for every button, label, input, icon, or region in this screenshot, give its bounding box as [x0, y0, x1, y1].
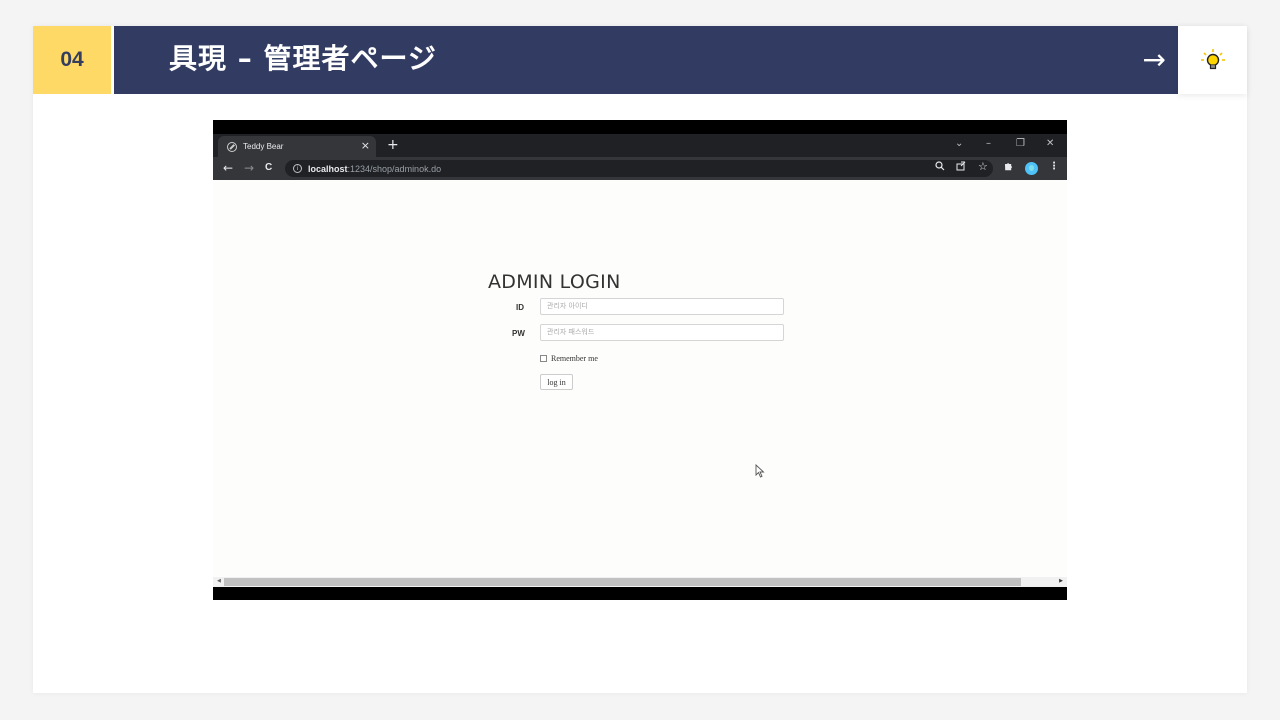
url-path: :1234/shop/adminok.do [347, 163, 442, 174]
section-number: 04 [33, 26, 111, 94]
scroll-left-icon[interactable]: ◀ [217, 578, 221, 584]
video-letterbox-bottom [213, 587, 1067, 600]
browser-screenshot: Teddy Bear × + ⌄ – ❐ ✕ ← → C i localhost… [213, 120, 1067, 600]
login-button[interactable]: log in [540, 374, 573, 390]
site-info-icon[interactable]: i [293, 164, 302, 173]
arrow-right-icon[interactable]: → [1143, 26, 1166, 94]
mouse-cursor-icon [755, 464, 765, 478]
url-host: localhost [308, 163, 348, 174]
window-close-icon[interactable]: ✕ [1046, 138, 1054, 149]
reload-icon[interactable]: C [265, 162, 272, 173]
menu-icon[interactable]: ⋮ [1049, 161, 1059, 172]
slide: 04 具現 – 管理者ページ → Teddy Bear × + ⌄ – ❐ ✕ … [33, 26, 1247, 693]
minimize-icon[interactable]: – [986, 138, 991, 149]
browser-toolbar: ← → C i localhost :1234/shop/adminok.do … [213, 157, 1067, 180]
profile-icon[interactable] [1025, 162, 1038, 175]
tab-close-icon[interactable]: × [361, 139, 370, 152]
remember-label: Remember me [551, 354, 598, 363]
forward-icon[interactable]: → [244, 161, 254, 175]
browser-tab[interactable]: Teddy Bear × [218, 136, 376, 157]
star-icon[interactable]: ☆ [978, 160, 988, 173]
admin-password-input[interactable]: 관리자 패스워드 [540, 324, 784, 341]
tab-title: Teddy Bear [243, 142, 284, 151]
page-title: 具現 – 管理者ページ [169, 42, 437, 75]
remember-me[interactable]: Remember me [540, 354, 598, 363]
zoom-icon[interactable] [935, 161, 945, 174]
login-title: ADMIN LOGIN [488, 271, 621, 293]
lightbulb-icon [1178, 26, 1247, 94]
admin-id-input[interactable]: 관리자 아이디 [540, 298, 784, 315]
header-bar: 具現 – 管理者ページ → [114, 26, 1178, 94]
address-bar[interactable]: i localhost :1234/shop/adminok.do [285, 160, 993, 177]
back-icon[interactable]: ← [223, 161, 233, 175]
scrollbar-thumb[interactable] [224, 578, 1021, 586]
favicon-icon [227, 141, 237, 152]
extensions-icon[interactable] [1003, 161, 1013, 174]
share-icon[interactable] [956, 161, 966, 174]
page-viewport: ADMIN LOGIN ID 관리자 아이디 PW 관리자 패스워드 Remem… [213, 180, 1067, 577]
browser-tab-bar: Teddy Bear × + ⌄ – ❐ ✕ [213, 134, 1067, 157]
scroll-right-icon[interactable]: ▶ [1059, 578, 1063, 584]
id-label: ID [516, 303, 524, 312]
new-tab-icon[interactable]: + [387, 137, 399, 153]
video-letterbox-top [213, 120, 1067, 134]
remember-checkbox[interactable] [540, 355, 547, 362]
pw-label: PW [512, 329, 525, 338]
restore-icon[interactable]: ❐ [1016, 138, 1025, 149]
horizontal-scrollbar[interactable]: ◀ ▶ [213, 577, 1067, 587]
tab-search-icon[interactable]: ⌄ [955, 138, 963, 149]
